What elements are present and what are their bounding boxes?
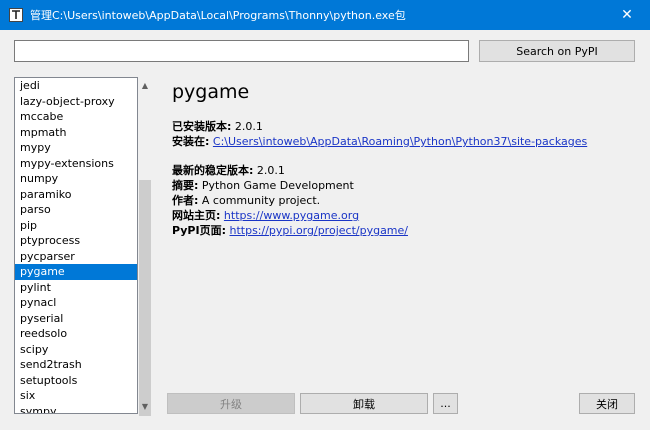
- list-item[interactable]: lazy-object-proxy: [15, 94, 137, 110]
- list-item[interactable]: pylint: [15, 280, 137, 296]
- author-line: 作者: A community project.: [172, 192, 320, 208]
- scroll-down-icon[interactable]: ▼: [138, 398, 152, 414]
- list-item[interactable]: mccabe: [15, 109, 137, 125]
- list-item[interactable]: scipy: [15, 342, 137, 358]
- summary-line: 摘要: Python Game Development: [172, 177, 354, 193]
- list-item[interactable]: jedi: [15, 78, 137, 94]
- upgrade-button[interactable]: 升级: [167, 393, 295, 414]
- homepage-label: 网站主页:: [172, 209, 221, 222]
- package-list[interactable]: jedi lazy-object-proxy mccabe mpmath mypy myp…: [14, 77, 138, 414]
- pypi-page-line: PyPI页面: https://pypi.org/project/pygame/: [172, 222, 408, 238]
- window-titlebar: 管理C:\Users\intoweb\AppData\Local\Program…: [0, 0, 650, 30]
- pypi-page-label: PyPI页面:: [172, 224, 226, 237]
- package-title: pygame: [172, 81, 250, 103]
- installed-version-value: 2.0.1: [234, 120, 263, 133]
- list-item[interactable]: sympy: [15, 404, 137, 414]
- list-item[interactable]: pynacl: [15, 295, 137, 311]
- close-button[interactable]: 关闭: [579, 393, 635, 414]
- installed-version-line: 已安装版本: 2.0.1: [172, 118, 263, 134]
- search-pypi-button[interactable]: Search on PyPI: [479, 40, 635, 62]
- list-item[interactable]: mpmath: [15, 125, 137, 141]
- homepage-line: 网站主页: https://www.pygame.org: [172, 207, 359, 223]
- latest-version-label: 最新的稳定版本:: [172, 164, 254, 177]
- list-item[interactable]: paramiko: [15, 187, 137, 203]
- list-item[interactable]: parso: [15, 202, 137, 218]
- list-item[interactable]: six: [15, 388, 137, 404]
- author-value: A community project.: [201, 194, 321, 207]
- list-item[interactable]: ptyprocess: [15, 233, 137, 249]
- package-list-scrollbar[interactable]: ▲ ▼: [138, 77, 152, 416]
- list-item[interactable]: numpy: [15, 171, 137, 187]
- thonny-icon: [9, 8, 23, 22]
- author-label: 作者:: [172, 194, 199, 207]
- list-item[interactable]: pycparser: [15, 249, 137, 265]
- uninstall-button[interactable]: 卸载: [300, 393, 428, 414]
- list-item[interactable]: mypy: [15, 140, 137, 156]
- summary-value: Python Game Development: [201, 179, 354, 192]
- latest-version-value: 2.0.1: [256, 164, 285, 177]
- search-input[interactable]: [14, 40, 469, 62]
- pypi-page-link[interactable]: https://pypi.org/project/pygame/: [230, 224, 409, 237]
- close-icon: ✕: [621, 7, 633, 23]
- install-location-link[interactable]: C:\Users\intoweb\AppData\Roaming\Python\…: [213, 135, 587, 148]
- window-title: 管理C:\Users\intoweb\AppData\Local\Program…: [30, 9, 406, 22]
- list-item[interactable]: pip: [15, 218, 137, 234]
- window-close-button[interactable]: ✕: [604, 0, 650, 30]
- list-item[interactable]: reedsolo: [15, 326, 137, 342]
- list-item[interactable]: setuptools: [15, 373, 137, 389]
- summary-label: 摘要:: [172, 179, 199, 192]
- list-item[interactable]: mypy-extensions: [15, 156, 137, 172]
- install-location-line: 安装在: C:\Users\intoweb\AppData\Roaming\Py…: [172, 133, 587, 149]
- list-item[interactable]: pyserial: [15, 311, 137, 327]
- homepage-link[interactable]: https://www.pygame.org: [224, 209, 359, 222]
- installed-version-label: 已安装版本:: [172, 120, 232, 133]
- list-item[interactable]: pygame: [15, 264, 137, 280]
- scroll-up-icon[interactable]: ▲: [138, 77, 152, 93]
- list-item[interactable]: send2trash: [15, 357, 137, 373]
- scroll-thumb[interactable]: [139, 180, 151, 416]
- install-location-label: 安装在:: [172, 135, 210, 148]
- more-options-button[interactable]: ...: [433, 393, 458, 414]
- latest-version-line: 最新的稳定版本: 2.0.1: [172, 162, 285, 178]
